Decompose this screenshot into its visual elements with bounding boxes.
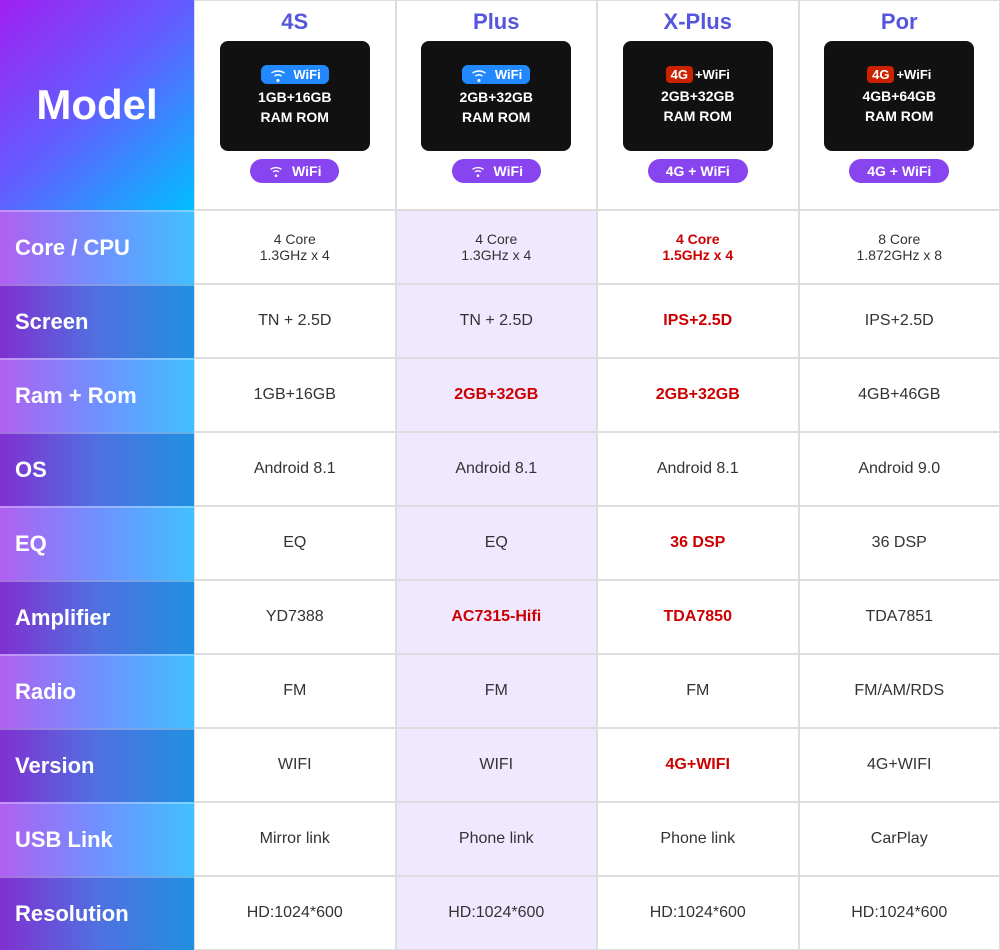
data-cell: FM [194, 654, 396, 728]
data-cell: TDA7851 [799, 580, 1000, 654]
model-image-4s: WiFi 1GB+16GBRAM ROM [220, 41, 370, 151]
data-cell: IPS+2.5D [597, 284, 799, 358]
data-cell: Phone link [396, 802, 598, 876]
row-label-radio: Radio [0, 654, 194, 728]
header-col-por: Por 4G+WiFi 4GB+64GBRAM ROM 4G + WiFi [799, 0, 1000, 210]
header-col-4s: 4S WiFi 1GB+16GBRAM ROM WiFi [194, 0, 396, 210]
model-image-por: 4G+WiFi 4GB+64GBRAM ROM [824, 41, 974, 151]
data-cell: 4 Core 1.5GHz x 4 [597, 210, 799, 284]
header-col-plus: Plus WiFi 2GB+32GBRAM ROM WiFi [396, 0, 598, 210]
ram-rom-text: 1GB+16GBRAM ROM [258, 88, 332, 127]
data-cell: AC7315-Hifi [396, 580, 598, 654]
data-cell: HD:1024*600 [396, 876, 598, 950]
model-image-x-plus: 4G+WiFi 2GB+32GBRAM ROM [623, 41, 773, 151]
data-cell: HD:1024*600 [194, 876, 396, 950]
model-name-plus: Plus [473, 9, 519, 35]
data-cell: EQ [194, 506, 396, 580]
data-cell: FM/AM/RDS [799, 654, 1000, 728]
model-name-4s: 4S [281, 9, 308, 35]
wifi-badge: WiFi [261, 65, 329, 85]
row-label-amplifier: Amplifier [0, 580, 194, 654]
data-cell: 1GB+16GB [194, 358, 396, 432]
wifi-badge: WiFi [462, 65, 530, 85]
fourgwifi-badge: 4G+WiFi [666, 66, 730, 83]
data-cell: 4GB+46GB [799, 358, 1000, 432]
row-label-ram---rom: Ram + Rom [0, 358, 194, 432]
row-label-os: OS [0, 432, 194, 506]
row-label-eq: EQ [0, 506, 194, 580]
data-cell: 8 Core 1.872GHz x 8 [799, 210, 1000, 284]
data-cell: IPS+2.5D [799, 284, 1000, 358]
data-cell: Android 8.1 [597, 432, 799, 506]
model-image-plus: WiFi 2GB+32GBRAM ROM [421, 41, 571, 151]
data-cell: CarPlay [799, 802, 1000, 876]
data-cell: TDA7850 [597, 580, 799, 654]
data-cell: Mirror link [194, 802, 396, 876]
data-cell: HD:1024*600 [597, 876, 799, 950]
ram-rom-text: 2GB+32GBRAM ROM [661, 87, 735, 126]
model-name-por: Por [881, 9, 918, 35]
connectivity-badge: 4G + WiFi [849, 159, 949, 183]
row-label-version: Version [0, 728, 194, 802]
data-cell: HD:1024*600 [799, 876, 1000, 950]
ram-rom-text: 4GB+64GBRAM ROM [862, 87, 936, 126]
model-name-x-plus: X-Plus [664, 9, 732, 35]
comparison-table: Model4S WiFi1GB+16GBRAM ROM WiFiPlus WiF… [0, 0, 1000, 936]
data-cell: 36 DSP [597, 506, 799, 580]
fourgwifi-badge: 4G+WiFi [867, 66, 931, 83]
header-col-x-plus: X-Plus 4G+WiFi 2GB+32GBRAM ROM 4G + WiFi [597, 0, 799, 210]
data-cell: TN + 2.5D [194, 284, 396, 358]
row-label-screen: Screen [0, 284, 194, 358]
data-cell: 4 Core 1.3GHz x 4 [194, 210, 396, 284]
data-cell: Android 9.0 [799, 432, 1000, 506]
data-cell: TN + 2.5D [396, 284, 598, 358]
data-cell: WIFI [396, 728, 598, 802]
data-cell: 36 DSP [799, 506, 1000, 580]
data-cell: FM [396, 654, 598, 728]
connectivity-badge: WiFi [250, 159, 339, 183]
connectivity-badge: WiFi [452, 159, 541, 183]
row-label-usb-link: USB Link [0, 802, 194, 876]
data-cell: EQ [396, 506, 598, 580]
data-cell: 2GB+32GB [597, 358, 799, 432]
data-cell: Android 8.1 [396, 432, 598, 506]
data-cell: WIFI [194, 728, 396, 802]
data-cell: 4G+WIFI [597, 728, 799, 802]
data-cell: Phone link [597, 802, 799, 876]
ram-rom-text: 2GB+32GBRAM ROM [459, 88, 533, 127]
model-header-label: Model [0, 0, 194, 210]
data-cell: YD7388 [194, 580, 396, 654]
row-label-core---cpu: Core / CPU [0, 210, 194, 284]
connectivity-badge: 4G + WiFi [648, 159, 748, 183]
row-label-resolution: Resolution [0, 876, 194, 950]
data-cell: 4G+WIFI [799, 728, 1000, 802]
data-cell: FM [597, 654, 799, 728]
data-cell: 4 Core 1.3GHz x 4 [396, 210, 598, 284]
data-cell: Android 8.1 [194, 432, 396, 506]
data-cell: 2GB+32GB [396, 358, 598, 432]
